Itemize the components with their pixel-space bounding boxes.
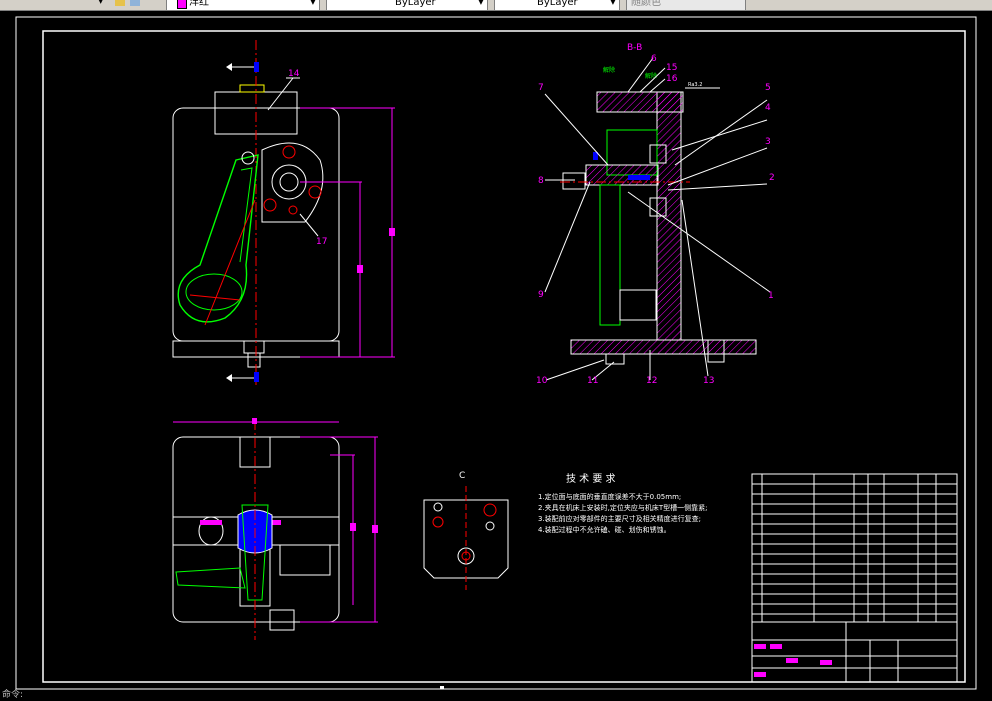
dropdown-arrow-icon[interactable]: ▼ [98, 0, 103, 7]
drawing-canvas[interactable]: B-B 解除 解除 Ra3.2 C 技 术 要 求 1.定位面与底面的垂直度误差… [0, 11, 992, 690]
chevron-down-icon[interactable]: ▼ [608, 0, 618, 9]
callout-16: 16 [666, 74, 678, 84]
callout-13: 13 [703, 376, 714, 386]
plotstyle-value: 随颜色 [631, 0, 661, 8]
view-c-title: C [459, 471, 465, 481]
command-line[interactable]: 命令: [0, 690, 992, 701]
resize-grip-icon[interactable] [440, 686, 444, 689]
callout-15: 15 [666, 63, 677, 73]
plotstyle-control[interactable]: 随颜色 [626, 0, 746, 10]
callout-1: 1 [768, 291, 774, 301]
callout-7: 7 [538, 83, 544, 93]
color-control[interactable]: 洋红 ▼ [166, 0, 320, 10]
layer-tools[interactable]: ▼ [60, 0, 158, 9]
technical-requirements: 技 术 要 求 1.定位面与底面的垂直度误差不大于0.05mm; 2.夹具在机床… [538, 472, 708, 534]
chevron-down-icon[interactable]: ▼ [476, 0, 486, 9]
top-view [172, 418, 378, 640]
lineweight-control[interactable]: ByLayer ▼ [494, 0, 620, 10]
drawing-svg[interactable]: B-B 解除 解除 Ra3.2 C 技 术 要 求 1.定位面与底面的垂直度误差… [0, 11, 992, 690]
chevron-down-icon[interactable]: ▼ [308, 0, 318, 9]
front-view [172, 40, 395, 385]
linetype-control[interactable]: ByLayer ▼ [326, 0, 488, 10]
svg-text:Ra3.2: Ra3.2 [688, 82, 702, 88]
properties-toolbar: ▼ 洋红 ▼ ByLayer ▼ ByLayer ▼ 随颜色 [0, 0, 992, 11]
callout-14: 14 [288, 69, 300, 79]
callout-10: 10 [536, 376, 548, 386]
color-value: 洋红 [189, 0, 209, 8]
command-prompt: 命令: [2, 690, 24, 700]
callout-5: 5 [765, 83, 771, 93]
tech-item-1: 1.定位面与底面的垂直度误差不大于0.05mm; [538, 492, 681, 501]
callout-17: 17 [316, 237, 327, 247]
callout-4: 4 [765, 103, 771, 113]
tech-item-4: 4.装配过程中不允许磕、碰、划伤和锈蚀。 [538, 525, 671, 534]
section-view: B-B 解除 解除 Ra3.2 [544, 43, 771, 381]
callout-11: 11 [587, 376, 598, 386]
layer-previous-icon[interactable] [130, 0, 140, 6]
layer-state-icon[interactable] [115, 0, 125, 6]
title-block [751, 473, 958, 683]
lineweight-value: ByLayer [537, 0, 578, 8]
callout-12: 12 [646, 376, 657, 386]
color-swatch-icon [177, 0, 187, 9]
tech-title: 技 术 要 求 [566, 472, 616, 485]
view-c: C [423, 471, 509, 590]
callout-2: 2 [769, 173, 775, 183]
callout-9: 9 [538, 290, 544, 300]
callout-6: 6 [651, 54, 657, 64]
section-title: B-B [627, 43, 642, 53]
svg-text:解除: 解除 [603, 66, 615, 74]
tech-item-3: 3.装配前应对零部件的主要尺寸及相关精度进行复查; [538, 514, 701, 523]
svg-text:解除: 解除 [645, 72, 657, 80]
callout-8: 8 [538, 176, 544, 186]
callout-3: 3 [765, 137, 771, 147]
tech-item-2: 2.夹具在机床上安装时,定位夹应与机床T型槽一侧靠紧; [538, 503, 708, 512]
linetype-value: ByLayer [395, 0, 436, 8]
sheet-outer-border [15, 16, 977, 690]
